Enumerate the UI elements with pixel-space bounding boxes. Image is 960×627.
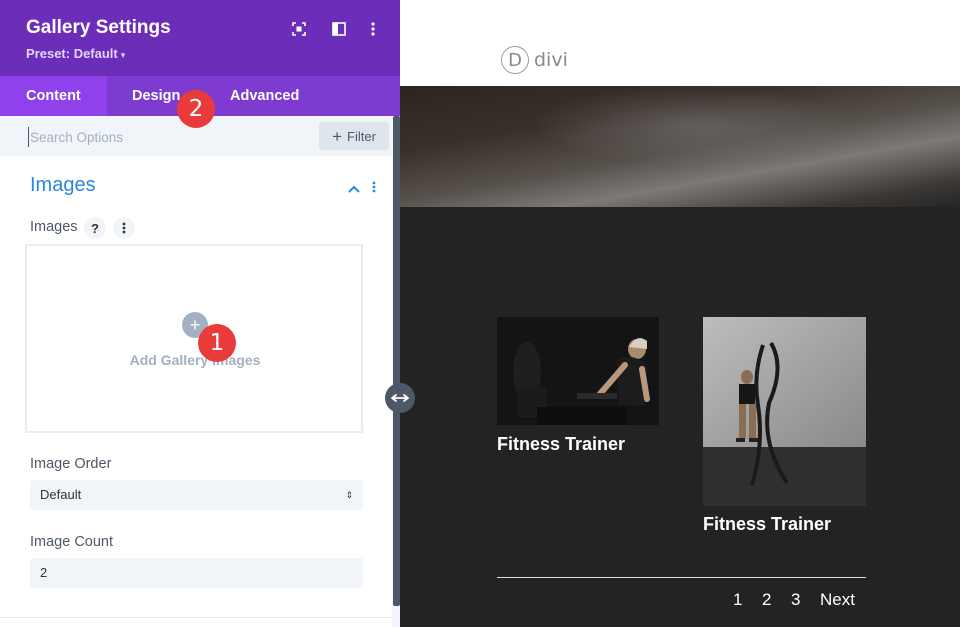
chevron-up-icon[interactable] bbox=[348, 180, 360, 198]
gallery-item-title-1: Fitness Trainer bbox=[497, 434, 626, 454]
scrollbar-thumb[interactable] bbox=[393, 116, 400, 606]
search-input[interactable] bbox=[28, 127, 278, 147]
tab-content[interactable]: Content bbox=[0, 76, 107, 116]
plus-icon: + bbox=[332, 126, 343, 146]
page-link-3[interactable]: 3 bbox=[791, 590, 800, 610]
page-preview: D divi Fitness Trainer Fitness Trainer 1… bbox=[400, 0, 960, 627]
caret-down-icon: ▾ bbox=[120, 50, 126, 60]
preset-dropdown[interactable]: Preset: Default ▾ bbox=[26, 46, 125, 61]
logo-mark: D bbox=[501, 46, 529, 74]
field-more-icon[interactable] bbox=[113, 217, 135, 239]
panel-header: Gallery Settings Preset: Default ▾ bbox=[0, 0, 400, 76]
resize-arrows-icon[interactable] bbox=[385, 383, 415, 413]
filter-label: Filter bbox=[347, 128, 376, 144]
image-order-value: Default bbox=[40, 487, 82, 502]
page-link-next[interactable]: Next bbox=[820, 590, 855, 610]
divider bbox=[0, 617, 392, 618]
page-link-2[interactable]: 2 bbox=[762, 590, 771, 610]
gallery-image-1[interactable] bbox=[497, 317, 659, 425]
site-header: D divi bbox=[400, 0, 960, 86]
preset-label: Preset: Default bbox=[26, 46, 118, 61]
image-order-select[interactable]: Default ⇕ bbox=[30, 480, 363, 510]
tab-design[interactable]: Design bbox=[132, 76, 180, 116]
hero-image-highlight bbox=[530, 86, 860, 166]
help-icon[interactable]: ? bbox=[84, 217, 106, 239]
panel-title: Gallery Settings bbox=[26, 17, 171, 38]
image-count-value: 2 bbox=[40, 565, 48, 580]
gallery-item-title-2: Fitness Trainer bbox=[703, 514, 832, 534]
step-badge-2: 2 bbox=[177, 90, 215, 128]
more-vert-icon[interactable] bbox=[364, 20, 382, 38]
step-badge-1: 1 bbox=[198, 324, 236, 362]
add-gallery-images-label[interactable]: Add Gallery Images bbox=[27, 352, 363, 368]
section-title-images[interactable]: Images bbox=[30, 174, 96, 197]
images-field-label: Images bbox=[30, 219, 78, 235]
add-gallery-images-box[interactable]: + Add Gallery Images bbox=[25, 244, 363, 433]
page-link-1[interactable]: 1 bbox=[733, 590, 742, 610]
split-view-icon[interactable] bbox=[330, 20, 348, 38]
fullscreen-icon[interactable] bbox=[290, 20, 308, 38]
section-more-icon[interactable] bbox=[372, 180, 376, 198]
tab-advanced[interactable]: Advanced bbox=[230, 76, 299, 116]
image-count-input[interactable]: 2 bbox=[30, 558, 363, 588]
select-arrows-icon: ⇕ bbox=[345, 490, 353, 500]
gallery-image-2[interactable] bbox=[703, 317, 866, 506]
panel-body: Images Images ? + Add Gallery Images Ima… bbox=[0, 156, 392, 627]
image-count-label: Image Count bbox=[30, 534, 114, 550]
image-order-label: Image Order bbox=[30, 456, 112, 472]
filter-button[interactable]: + Filter bbox=[319, 122, 389, 150]
pagination-divider bbox=[497, 577, 866, 578]
logo-text: divi bbox=[534, 49, 568, 71]
